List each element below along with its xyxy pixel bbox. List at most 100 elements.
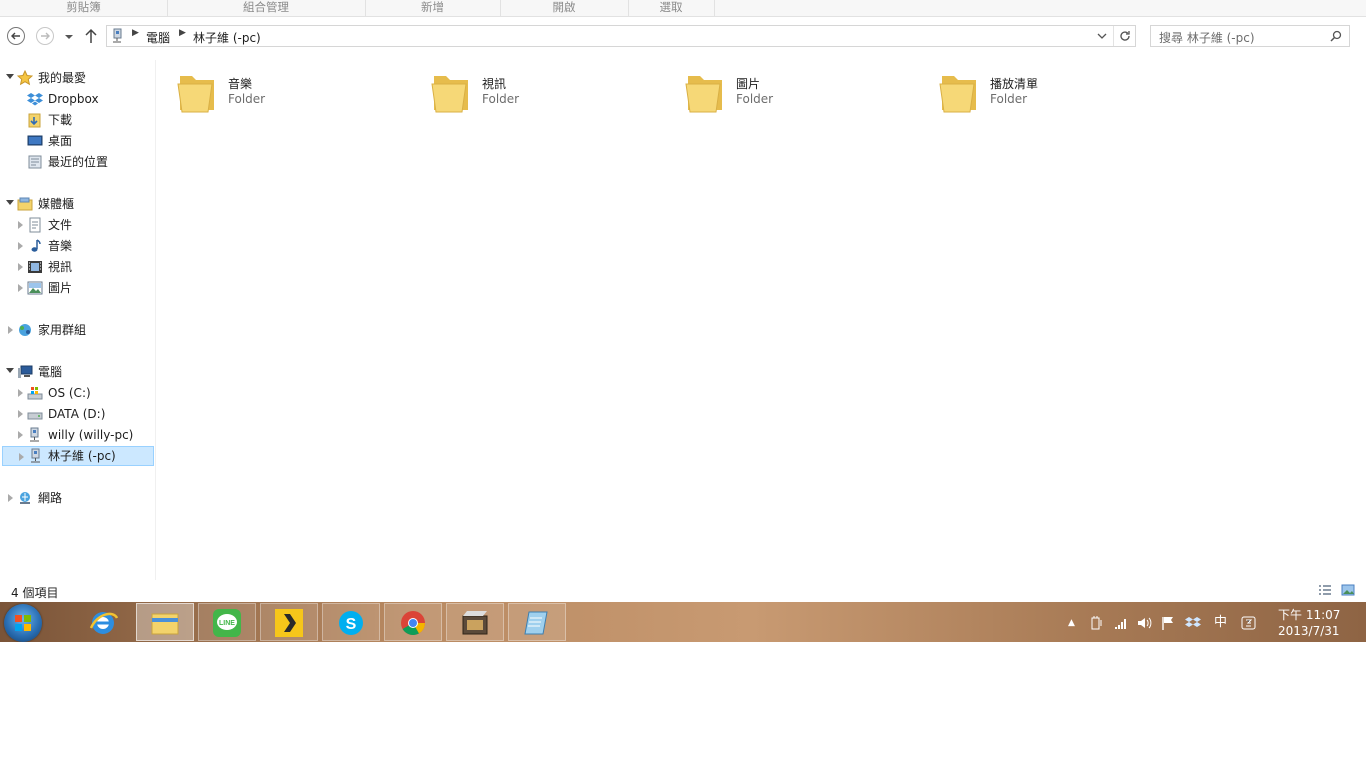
nav-item-music[interactable]: 音樂 bbox=[0, 236, 150, 256]
taskbar-chrome[interactable] bbox=[384, 603, 442, 641]
folder-tile[interactable]: 視訊 Folder bbox=[414, 68, 664, 120]
nav-item-label: 文件 bbox=[48, 218, 73, 232]
nav-item-recent-places[interactable]: 最近的位置 bbox=[0, 152, 150, 172]
expand-arrow-icon[interactable] bbox=[8, 326, 13, 334]
taskbar-skype[interactable]: S bbox=[322, 603, 380, 641]
expand-arrow-icon[interactable] bbox=[6, 200, 14, 205]
nav-homegroup[interactable]: 家用群組 bbox=[0, 320, 150, 340]
ribbon-group-open[interactable]: 開啟 bbox=[500, 0, 629, 16]
power-battery-icon[interactable] bbox=[1089, 616, 1105, 630]
nav-item-downloads[interactable]: 下載 bbox=[0, 110, 150, 130]
ribbon-group-select[interactable]: 選取 bbox=[628, 0, 715, 16]
documents-icon bbox=[29, 217, 41, 233]
address-separator-icon[interactable]: ▶ bbox=[179, 28, 186, 38]
address-bar[interactable]: ▶ 電腦 ▶ 林子維 (-pc) bbox=[106, 25, 1136, 47]
nav-item-label: 視訊 bbox=[48, 260, 73, 274]
nav-computer-label: 電腦 bbox=[38, 365, 63, 379]
volume-icon[interactable] bbox=[1136, 616, 1152, 630]
folder-tile[interactable]: 圖片 Folder bbox=[668, 68, 918, 120]
ribbon-group-organize[interactable]: 組合管理 bbox=[167, 0, 366, 16]
desktop-icon bbox=[27, 135, 43, 146]
expand-arrow-icon[interactable] bbox=[6, 74, 14, 79]
dropbox-icon[interactable] bbox=[1185, 616, 1201, 630]
blank-area bbox=[0, 642, 1366, 768]
expand-arrow-icon[interactable] bbox=[18, 410, 23, 418]
nav-item-desktop[interactable]: 桌面 bbox=[0, 131, 150, 151]
nav-item-dropbox[interactable]: Dropbox bbox=[0, 89, 150, 109]
ribbon-group-clipboard[interactable]: 剪貼簿 bbox=[0, 0, 168, 16]
expand-arrow-icon[interactable] bbox=[18, 284, 23, 292]
wifi-signal-icon[interactable] bbox=[1113, 616, 1129, 630]
folder-icon bbox=[685, 76, 722, 113]
chrome-icon bbox=[401, 611, 425, 636]
folder-type: Folder bbox=[482, 92, 520, 106]
clock[interactable]: 下午 11:07 2013/7/31 bbox=[1278, 607, 1340, 639]
dropbox-icon bbox=[27, 93, 43, 106]
taskbar-internet-explorer[interactable] bbox=[74, 603, 132, 641]
ime-mode-icon[interactable] bbox=[1241, 616, 1257, 630]
nav-computer[interactable]: 電腦 bbox=[0, 362, 150, 382]
taskbar-line[interactable]: LINE bbox=[198, 603, 256, 641]
nav-item-drive-d[interactable]: DATA (D:) bbox=[0, 404, 150, 424]
nav-item-label: willy (willy-pc) bbox=[48, 428, 134, 442]
folder-type: Folder bbox=[990, 92, 1028, 106]
nav-libraries[interactable]: 媒體櫃 bbox=[0, 194, 150, 214]
nav-network[interactable]: 網路 bbox=[0, 488, 150, 508]
large-icons-view-icon[interactable] bbox=[1341, 584, 1355, 596]
nav-item-pictures[interactable]: 圖片 bbox=[0, 278, 150, 298]
start-button[interactable] bbox=[4, 604, 42, 642]
nav-item-label: 圖片 bbox=[48, 281, 73, 295]
expand-arrow-icon[interactable] bbox=[8, 494, 13, 502]
notes-app-icon bbox=[524, 611, 548, 635]
expand-arrow-icon[interactable] bbox=[18, 263, 23, 271]
status-bar: 4 個項目 bbox=[0, 580, 1366, 602]
nav-item-label: 林子維 (-pc) bbox=[48, 449, 116, 463]
expand-arrow-icon[interactable] bbox=[18, 242, 23, 250]
address-dropdown-icon[interactable] bbox=[1091, 26, 1113, 46]
nav-item-drive-c[interactable]: OS (C:) bbox=[0, 383, 150, 403]
internet-explorer-icon bbox=[89, 612, 119, 634]
taskbar-notes-app[interactable] bbox=[508, 603, 566, 641]
nav-item-label: OS (C:) bbox=[48, 386, 91, 400]
address-separator-icon[interactable]: ▶ bbox=[132, 28, 139, 38]
search-box[interactable]: 搜尋 林子維 (-pc) bbox=[1150, 25, 1350, 47]
ribbon-group-new[interactable]: 新增 bbox=[365, 0, 501, 16]
refresh-icon[interactable] bbox=[1113, 26, 1136, 46]
details-view-icon[interactable] bbox=[1318, 584, 1332, 596]
skype-icon: S bbox=[339, 611, 363, 635]
nav-item-videos[interactable]: 視訊 bbox=[0, 257, 150, 277]
nav-favorites[interactable]: 我的最愛 bbox=[0, 68, 150, 88]
nav-item-documents[interactable]: 文件 bbox=[0, 215, 150, 235]
show-hidden-icons-chevron-icon[interactable]: ▲ bbox=[1068, 616, 1075, 630]
folder-tile[interactable]: 音樂 Folder bbox=[160, 68, 410, 120]
nav-item-network-share-willy[interactable]: willy (willy-pc) bbox=[0, 425, 150, 445]
folder-icon bbox=[431, 76, 468, 113]
computer-icon bbox=[18, 365, 33, 378]
recent-locations-chevron-icon[interactable] bbox=[64, 33, 74, 41]
expand-arrow-icon[interactable] bbox=[6, 368, 14, 373]
network-computer-icon bbox=[31, 448, 40, 463]
nav-item-label: Dropbox bbox=[48, 92, 99, 106]
star-icon bbox=[17, 70, 33, 86]
input-method-indicator[interactable]: 中 bbox=[1214, 616, 1227, 630]
expand-arrow-icon[interactable] bbox=[18, 431, 23, 439]
breadcrumb-computer[interactable]: 電腦 bbox=[146, 29, 170, 46]
expand-arrow-icon[interactable] bbox=[19, 453, 24, 461]
file-explorer-icon bbox=[151, 613, 179, 635]
expand-arrow-icon[interactable] bbox=[18, 221, 23, 229]
taskbar-media-app[interactable] bbox=[446, 603, 504, 641]
action-center-flag-icon[interactable] bbox=[1160, 616, 1176, 630]
item-count: 4 個項目 bbox=[11, 586, 59, 600]
folder-tile[interactable]: 播放清單 Folder bbox=[922, 68, 1172, 120]
libraries-icon bbox=[17, 197, 33, 211]
taskbar-file-explorer[interactable] bbox=[136, 603, 194, 641]
up-arrow-icon[interactable] bbox=[84, 28, 98, 44]
expand-arrow-icon[interactable] bbox=[18, 389, 23, 397]
forward-button[interactable] bbox=[36, 27, 54, 45]
nav-item-network-share-current[interactable]: 林子維 (-pc) bbox=[2, 446, 154, 466]
breadcrumb-current[interactable]: 林子維 (-pc) bbox=[193, 29, 261, 46]
back-button[interactable] bbox=[7, 27, 25, 45]
folder-type: Folder bbox=[736, 92, 774, 106]
search-icon[interactable] bbox=[1330, 30, 1342, 42]
taskbar-plex[interactable] bbox=[260, 603, 318, 641]
